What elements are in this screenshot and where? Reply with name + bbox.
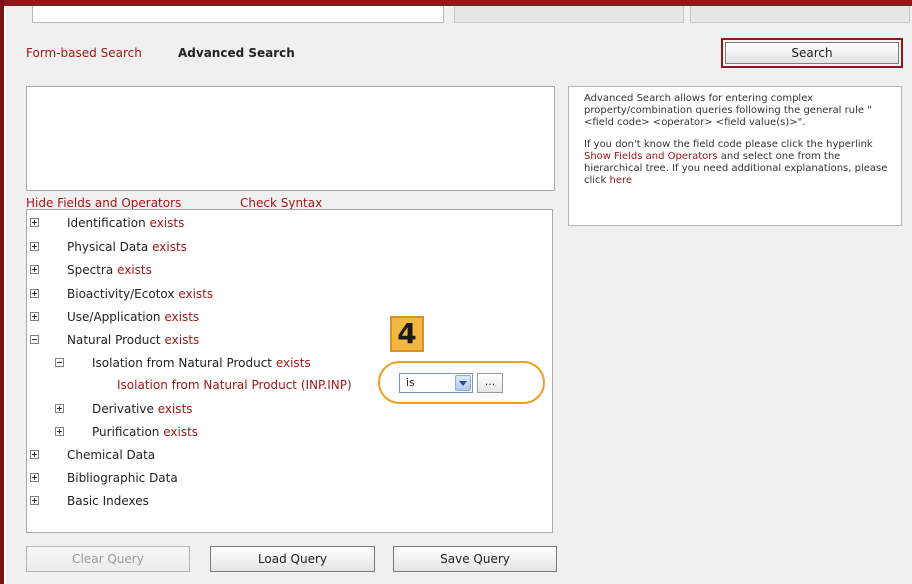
tree-item-label: Bibliographic Data bbox=[67, 471, 178, 485]
expand-icon[interactable] bbox=[30, 473, 39, 482]
exists-link[interactable]: exists bbox=[164, 310, 199, 324]
hide-fields-link[interactable]: Hide Fields and Operators bbox=[26, 196, 181, 210]
clear-query-button[interactable]: Clear Query bbox=[26, 546, 190, 572]
exists-link[interactable]: exists bbox=[117, 263, 152, 277]
tree-item-label: Purification bbox=[92, 425, 160, 439]
tab-advanced-search: Advanced Search bbox=[178, 46, 295, 60]
tree-item-label: Natural Product bbox=[67, 333, 161, 347]
expand-icon[interactable] bbox=[30, 218, 39, 227]
tree-item-label: Bioactivity/Ecotox bbox=[67, 287, 175, 301]
help-text-part: If you don't know the field code please … bbox=[584, 139, 873, 150]
search-button-label: Search bbox=[725, 42, 899, 64]
collapse-icon[interactable] bbox=[55, 358, 64, 367]
load-query-button[interactable]: Load Query bbox=[210, 546, 375, 572]
tree-item-label: Spectra bbox=[67, 263, 114, 277]
expand-icon[interactable] bbox=[30, 496, 39, 505]
exists-link[interactable]: exists bbox=[158, 402, 193, 416]
search-button[interactable]: Search bbox=[721, 38, 903, 68]
tree-item-label: Isolation from Natural Product bbox=[92, 356, 272, 370]
expand-icon[interactable] bbox=[30, 289, 39, 298]
collapse-icon[interactable] bbox=[30, 335, 39, 344]
top-tab-1[interactable] bbox=[454, 6, 684, 23]
window-left-border bbox=[0, 0, 4, 584]
expand-icon[interactable] bbox=[30, 450, 39, 459]
query-textarea[interactable] bbox=[26, 86, 555, 191]
annotation-step-badge: 4 bbox=[390, 316, 424, 352]
expand-icon[interactable] bbox=[30, 242, 39, 251]
show-fields-link[interactable]: Show Fields and Operators bbox=[584, 151, 718, 162]
tree-item-label: Identification bbox=[67, 216, 146, 230]
expand-icon[interactable] bbox=[55, 427, 64, 436]
exists-link[interactable]: exists bbox=[276, 356, 311, 370]
exists-link[interactable]: exists bbox=[163, 425, 198, 439]
tree-item-label: Physical Data bbox=[67, 240, 149, 254]
help-here-link[interactable]: here bbox=[610, 175, 633, 186]
tree-item-label: Chemical Data bbox=[67, 448, 156, 462]
annotation-highlight-ellipse bbox=[378, 361, 545, 404]
expand-icon[interactable] bbox=[55, 404, 64, 413]
check-syntax-link[interactable]: Check Syntax bbox=[240, 196, 322, 210]
tree-leaf-inp[interactable]: Isolation from Natural Product (INP.INP) bbox=[117, 375, 352, 395]
exists-link[interactable]: exists bbox=[152, 240, 187, 254]
help-paragraph-1: Advanced Search allows for entering comp… bbox=[584, 93, 872, 128]
exists-link[interactable]: exists bbox=[178, 287, 213, 301]
expand-icon[interactable] bbox=[30, 312, 39, 321]
top-tab-2[interactable] bbox=[690, 6, 910, 23]
tab-form-based-search[interactable]: Form-based Search bbox=[26, 46, 142, 60]
top-input-field[interactable] bbox=[32, 6, 444, 23]
expand-icon[interactable] bbox=[30, 265, 39, 274]
save-query-button[interactable]: Save Query bbox=[393, 546, 557, 572]
tree-leaf-label[interactable]: Isolation from Natural Product (INP.INP) bbox=[117, 378, 352, 392]
tree-item-label: Derivative bbox=[92, 402, 154, 416]
help-paragraph-2: If you don't know the field code please … bbox=[584, 139, 891, 187]
exists-link[interactable]: exists bbox=[164, 333, 199, 347]
help-text-box: Advanced Search allows for entering comp… bbox=[568, 86, 902, 226]
tree-item-label: Basic Indexes bbox=[67, 494, 149, 508]
tree-item-label: Use/Application bbox=[67, 310, 161, 324]
exists-link[interactable]: exists bbox=[150, 216, 185, 230]
